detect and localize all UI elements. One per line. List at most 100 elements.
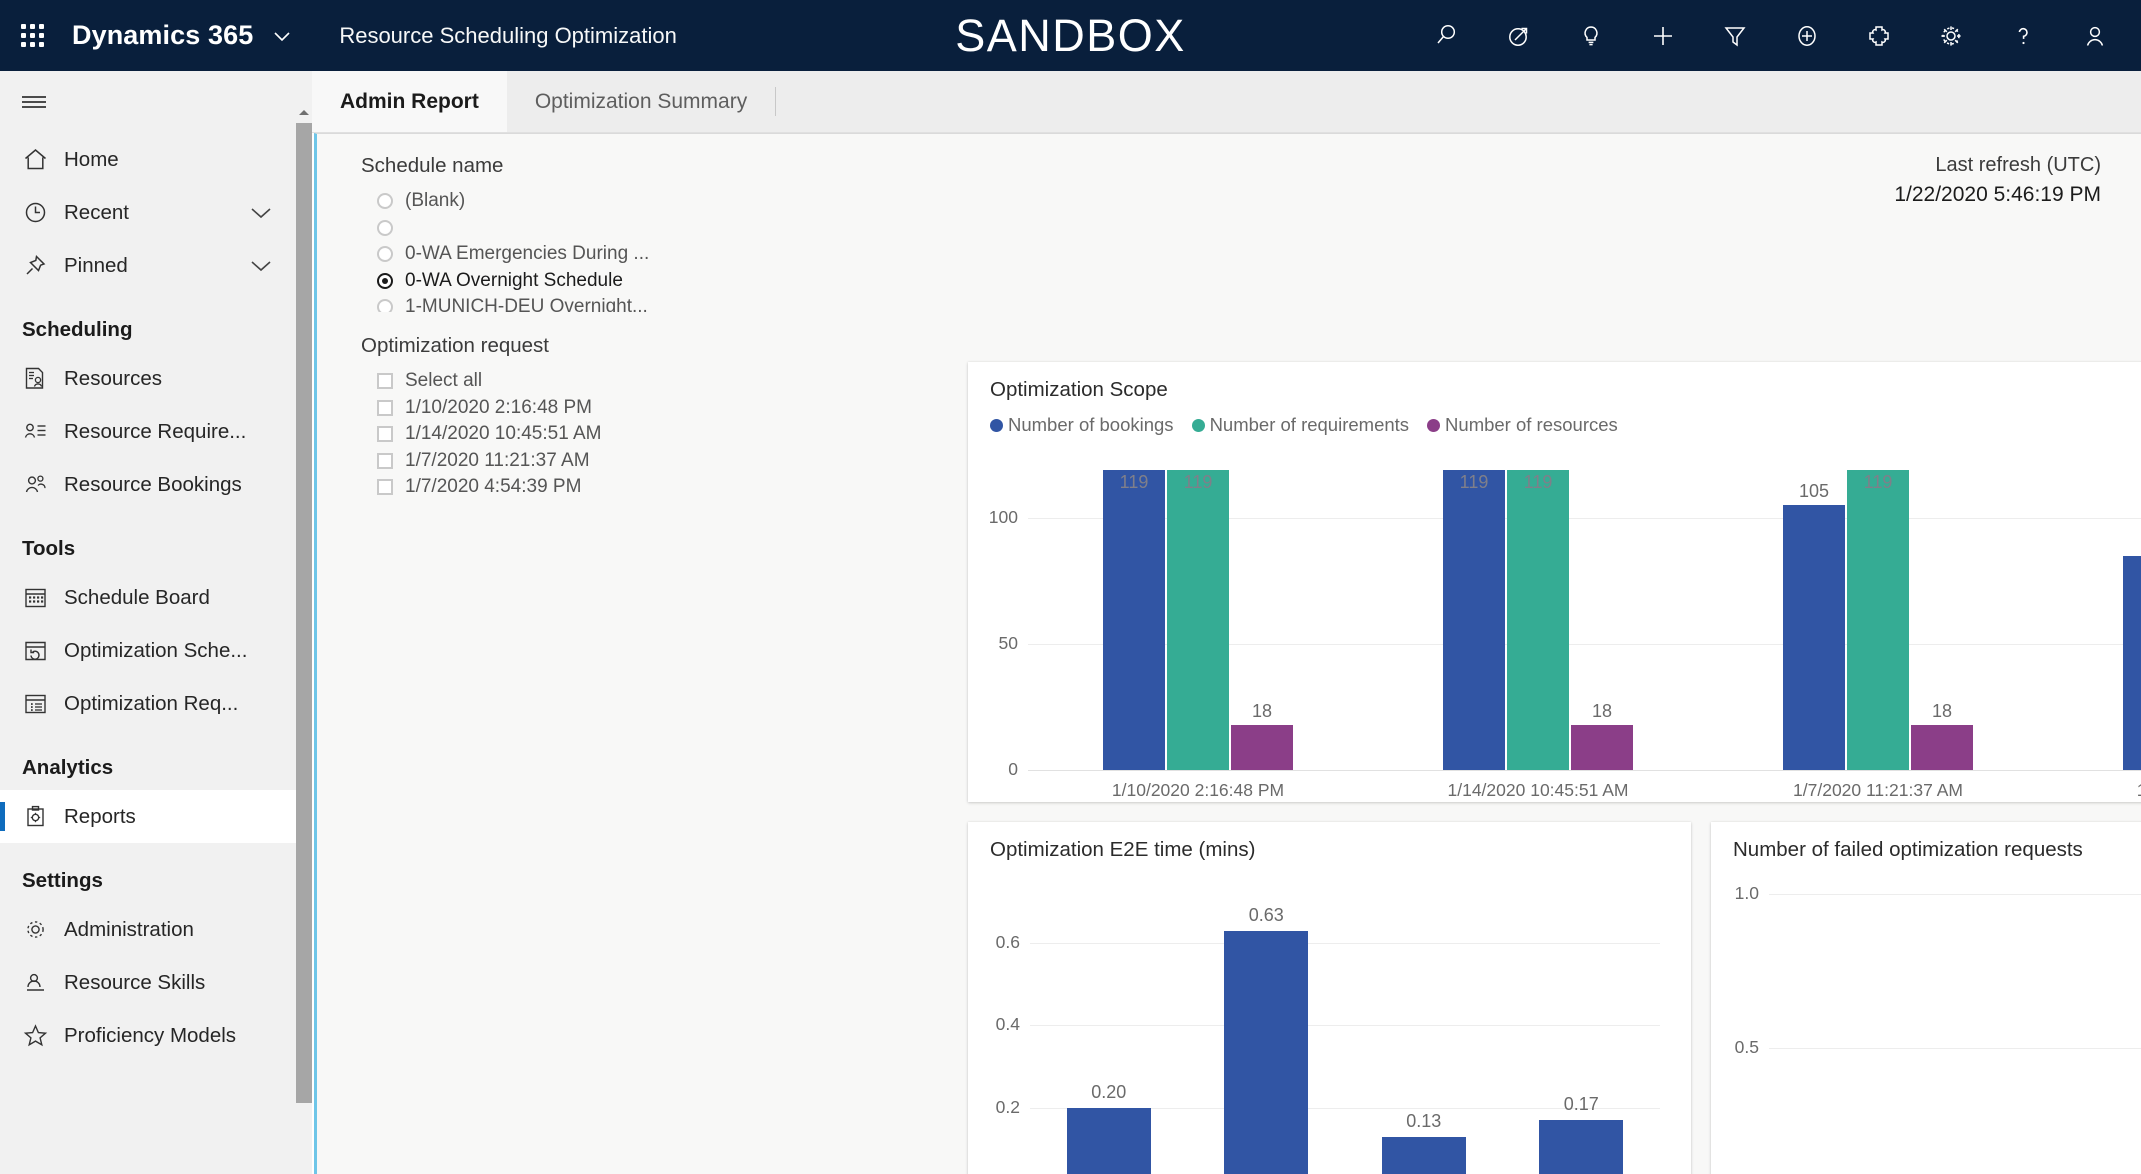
sidebar-item-reports[interactable]: Reports (0, 790, 312, 843)
request-option-label: 1/7/2020 11:21:37 AM (405, 449, 590, 471)
schedule-option-row[interactable]: 1-MUNICH-DEU Overnight... (361, 294, 651, 312)
bar-number-of-bookings[interactable] (1103, 470, 1165, 770)
y-axis-tick: 0 (1008, 759, 1018, 779)
report-tabstrip: Admin Report Optimization Summary (312, 71, 2141, 133)
schedule-option-label: 1-MUNICH-DEU Overnight... (405, 296, 648, 312)
radio-icon[interactable] (377, 246, 393, 263)
help-icon[interactable] (1987, 0, 2059, 71)
sidebar-scrollbar-thumb[interactable] (296, 123, 312, 1103)
app-launcher-icon[interactable] (0, 0, 64, 71)
bar-number-of-resources[interactable] (1571, 724, 1633, 770)
last-refresh-block: Last refresh (UTC) 1/22/2020 5:46:19 PM (1894, 154, 2101, 207)
legend-item-requirements[interactable]: Number of requirements (1191, 414, 1409, 436)
checkbox-icon[interactable] (377, 399, 393, 416)
sidebar-item-optimization-schedules[interactable]: Optimization Sche... (0, 624, 312, 677)
bar-number-of-bookings[interactable] (1443, 470, 1505, 770)
sidebar-item-label: Home (64, 147, 119, 171)
calendar-refresh-icon (22, 637, 64, 664)
report-canvas: Schedule name (Blank) 0-WA Emergencies D… (314, 133, 2141, 1174)
chevron-down-icon[interactable] (269, 23, 295, 49)
bar-e2e-time[interactable] (1381, 1136, 1466, 1174)
bar-e2e-time[interactable] (1539, 1120, 1624, 1174)
sidebar-item-resource-skills[interactable]: Resource Skills (0, 956, 312, 1009)
x-axis-tick: 1/10/2020 2:16:48 PM (1111, 780, 1285, 800)
y-axis-tick: 0.4 (995, 1014, 1020, 1035)
scroll-up-arrow-icon[interactable] (296, 101, 312, 123)
sidebar-item-schedule-board[interactable]: Schedule Board (0, 571, 312, 624)
gridline (1030, 1025, 1660, 1027)
checkbox-icon[interactable] (377, 426, 393, 443)
sidebar-item-recent[interactable]: Recent (0, 186, 312, 239)
tab-admin-report[interactable]: Admin Report (312, 71, 507, 132)
gridline (1769, 894, 2141, 895)
checkbox-icon[interactable] (377, 479, 393, 496)
last-refresh-label: Last refresh (UTC) (1935, 154, 2101, 176)
request-option-row[interactable]: Select all (361, 368, 651, 395)
radio-icon[interactable] (377, 193, 393, 210)
bar-number-of-requirements[interactable] (1167, 470, 1229, 770)
filter-icon[interactable] (1699, 0, 1771, 71)
bar-number-of-requirements[interactable] (1847, 470, 1909, 770)
site-map-toggle[interactable] (2, 71, 66, 133)
calendar-list-icon (22, 690, 64, 717)
schedule-name-filter-title: Schedule name (361, 154, 504, 177)
legend-label: Number of bookings (1008, 414, 1174, 435)
add-circle-icon[interactable] (1771, 0, 1843, 71)
chevron-down-icon[interactable] (248, 204, 274, 222)
radio-icon-selected[interactable] (377, 272, 393, 289)
pin-icon (22, 252, 64, 279)
sidebar-group-analytics: Analytics (22, 756, 114, 779)
lightbulb-icon[interactable] (1555, 0, 1627, 71)
tab-optimization-summary[interactable]: Optimization Summary (507, 71, 775, 132)
schedule-option-row-selected[interactable]: 0-WA Overnight Schedule (361, 268, 651, 295)
calendar-grid-icon (22, 584, 64, 611)
plus-icon[interactable] (1627, 0, 1699, 71)
search-icon[interactable] (1411, 0, 1483, 71)
sidebar-item-label: Administration (64, 917, 194, 941)
sidebar-item-administration[interactable]: Administration (0, 903, 312, 956)
bar-number-of-bookings[interactable] (2123, 555, 2141, 770)
radio-icon[interactable] (377, 219, 393, 236)
schedule-option-row[interactable]: (Blank) (361, 188, 651, 215)
sidebar-item-proficiency-models[interactable]: Proficiency Models (0, 1009, 312, 1062)
brand-title[interactable]: Dynamics 365 (72, 20, 253, 51)
bar-e2e-time[interactable] (1066, 1107, 1151, 1174)
radio-icon[interactable] (377, 299, 393, 312)
checkbox-icon[interactable] (377, 452, 393, 469)
sidebar-item-resource-requirements[interactable]: Resource Require... (0, 405, 312, 458)
sidebar-group-scheduling: Scheduling (22, 318, 133, 341)
sidebar-item-home[interactable]: Home (0, 133, 312, 186)
optimization-request-filter-list[interactable]: Select all 1/10/2020 2:16:48 PM 1/14/202… (361, 368, 651, 501)
user-avatar-icon[interactable] (2059, 0, 2131, 71)
request-option-row[interactable]: 1/7/2020 11:21:37 AM (361, 448, 651, 475)
sidebar-item-resource-bookings[interactable]: Resource Bookings (0, 458, 312, 511)
schedule-name-filter-list[interactable]: (Blank) 0-WA Emergencies During ... 0-WA… (361, 188, 651, 312)
request-option-row[interactable]: 1/10/2020 2:16:48 PM (361, 395, 651, 422)
bar-number-of-resources[interactable] (1231, 724, 1293, 770)
chevron-down-icon[interactable] (248, 257, 274, 275)
flow-icon[interactable] (1843, 0, 1915, 71)
schedule-option-row[interactable]: 0-WA Emergencies During ... (361, 241, 651, 268)
sidebar-item-resources[interactable]: Resources (0, 352, 312, 405)
optimization-e2e-title: Optimization E2E time (mins) (990, 838, 1256, 861)
gear-icon[interactable] (1915, 0, 1987, 71)
legend-item-bookings[interactable]: Number of bookings (990, 414, 1174, 436)
quick-launch-icon[interactable] (1483, 0, 1555, 71)
request-option-row[interactable]: 1/14/2020 10:45:51 AM (361, 421, 651, 448)
schedule-option-row[interactable] (361, 215, 651, 242)
bar-number-of-resources[interactable] (1911, 724, 1973, 770)
bar-number-of-requirements[interactable] (1507, 470, 1569, 770)
top-bar-command-icons (1411, 0, 2131, 71)
sidebar-item-optimization-requests[interactable]: Optimization Req... (0, 677, 312, 730)
app-module-name: Resource Scheduling Optimization (339, 22, 677, 48)
legend-item-resources[interactable]: Number of resources (1427, 414, 1618, 436)
bar-e2e-time[interactable] (1224, 930, 1309, 1174)
checkbox-icon[interactable] (377, 373, 393, 390)
sidebar-group-tools: Tools (22, 537, 76, 560)
sidebar-item-pinned[interactable]: Pinned (0, 239, 312, 292)
request-option-row[interactable]: 1/7/2020 4:54:39 PM (361, 474, 651, 501)
people-icon (22, 471, 64, 498)
bar-value-label: 119 (1863, 472, 1893, 492)
sidebar-item-label: Resources (64, 366, 162, 390)
bar-number-of-bookings[interactable] (1783, 505, 1845, 770)
